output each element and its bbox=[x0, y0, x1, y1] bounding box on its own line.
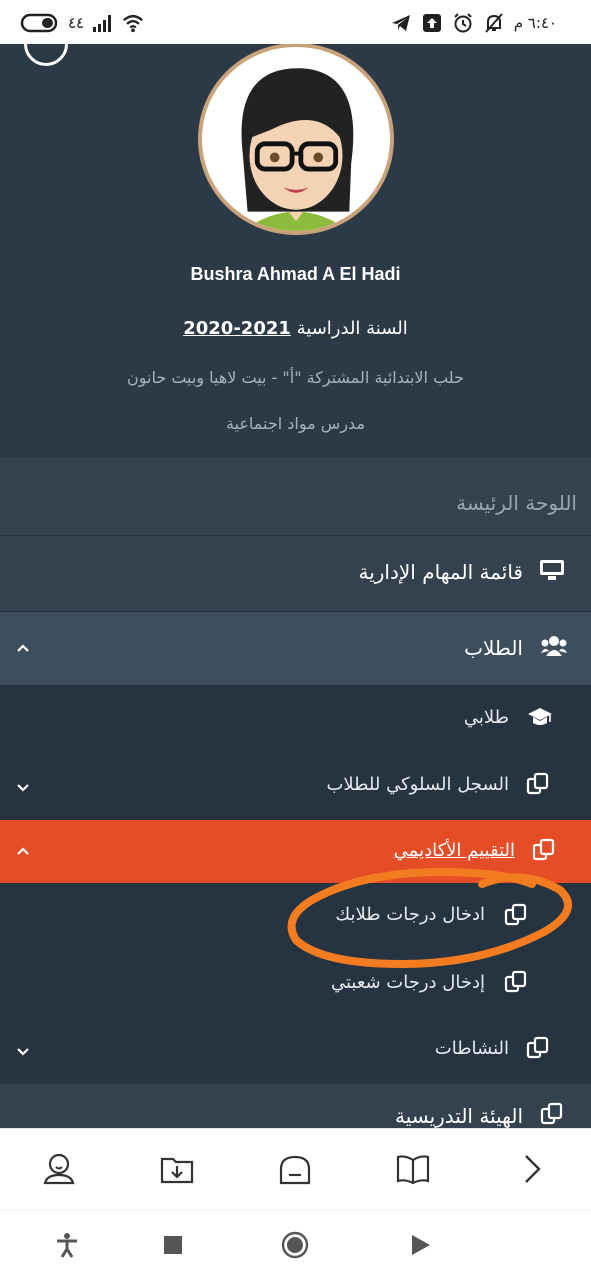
graduation-cap-icon bbox=[528, 708, 552, 725]
menu-item-label: النشاطات bbox=[434, 1038, 509, 1059]
signal-icon bbox=[93, 15, 111, 32]
status-bar-left: ٤٤ bbox=[20, 12, 84, 34]
upload-icon bbox=[422, 14, 441, 32]
copy-icon bbox=[526, 772, 549, 795]
menu-item-behavior-record[interactable]: السجل السلوكي للطلاب bbox=[0, 752, 591, 820]
chevron-up-icon[interactable] bbox=[14, 843, 32, 861]
user-name: Bushra Ahmad A El Hadi bbox=[190, 264, 401, 284]
battery-icon bbox=[20, 13, 58, 33]
bottom-navigation bbox=[0, 1128, 591, 1210]
chevron-down-icon[interactable] bbox=[14, 778, 32, 796]
status-time: ٦:٤٠ م bbox=[513, 14, 557, 32]
menu-item-label: ادخال درجات طلابك bbox=[335, 904, 485, 925]
record-icon[interactable] bbox=[281, 1231, 309, 1259]
copy-icon bbox=[526, 1036, 549, 1059]
chevron-up-icon[interactable] bbox=[14, 640, 32, 658]
menu-item-activities[interactable]: النشاطات bbox=[0, 1018, 591, 1084]
stop-icon[interactable] bbox=[159, 1231, 187, 1259]
status-bar: ٤٤ ٦:٤٠ م bbox=[0, 0, 591, 44]
menu-item-enter-student-grades[interactable]: ادخال درجات طلابك bbox=[0, 884, 591, 950]
menu-item-students[interactable]: الطلاب bbox=[0, 612, 591, 686]
chevron-down-icon[interactable] bbox=[14, 1042, 32, 1060]
book-icon[interactable] bbox=[395, 1151, 431, 1187]
battery-level: ٤٤ bbox=[68, 14, 85, 32]
wifi-icon bbox=[123, 14, 143, 33]
status-bar-right: ٦:٤٠ م bbox=[390, 12, 557, 34]
menu-item-academic-assessment[interactable]: التقييم الأكاديمي bbox=[0, 820, 591, 884]
monitor-icon bbox=[540, 560, 564, 580]
profile-header: Bushra Ahmad A El Hadi السنة الدراسية 20… bbox=[0, 44, 591, 459]
section-title: اللوحة الرئيسة bbox=[456, 491, 577, 515]
menu-item-label: السجل السلوكي للطلاب bbox=[326, 774, 509, 795]
telegram-icon bbox=[391, 15, 410, 31]
chevron-right-icon[interactable] bbox=[514, 1151, 550, 1187]
menu-item-label: التقييم الأكاديمي bbox=[393, 840, 515, 861]
users-icon bbox=[541, 636, 567, 656]
user-role: مدرس مواد اجتماعية bbox=[225, 414, 366, 433]
play-icon[interactable] bbox=[406, 1231, 434, 1259]
menu-item-label: طلابي bbox=[463, 707, 509, 728]
avatar-icon bbox=[204, 47, 388, 231]
menu-item-teaching-staff[interactable]: الهيئة التدريسية bbox=[0, 1084, 591, 1128]
menu-item-my-students[interactable]: طلابي bbox=[0, 686, 591, 752]
close-icon[interactable] bbox=[24, 44, 68, 66]
school-year: السنة الدراسية 2021-2020 bbox=[0, 318, 591, 339]
copy-icon bbox=[532, 838, 555, 861]
menu-item-label: الطلاب bbox=[464, 636, 523, 660]
school-year-value[interactable]: 2021-2020 bbox=[183, 318, 291, 339]
school-year-label: السنة الدراسية bbox=[296, 318, 408, 339]
copy-icon bbox=[540, 1102, 563, 1125]
menu-section-dashboard: اللوحة الرئيسة bbox=[0, 459, 591, 536]
folder-download-icon[interactable] bbox=[159, 1151, 195, 1187]
navigation-drawer: Bushra Ahmad A El Hadi السنة الدراسية 20… bbox=[0, 44, 591, 1128]
avatar[interactable] bbox=[198, 44, 394, 235]
system-navigation bbox=[0, 1210, 591, 1280]
copy-icon bbox=[504, 903, 527, 926]
menu-item-label: الهيئة التدريسية bbox=[394, 1104, 523, 1128]
copy-icon bbox=[504, 970, 527, 993]
menu-item-admin-tasks[interactable]: قائمة المهام الإدارية bbox=[0, 536, 591, 612]
menu-item-label: قائمة المهام الإدارية bbox=[358, 560, 523, 584]
school-name: حلب الابتدائية المشتركة "أ" - بيت لاهيا … bbox=[127, 368, 464, 387]
accessibility-icon[interactable] bbox=[53, 1231, 81, 1259]
menu-item-label: إدخال درجات شعبتي bbox=[330, 972, 485, 993]
alarm-icon bbox=[453, 13, 472, 33]
menu-item-enter-section-grades[interactable]: إدخال درجات شعبتي bbox=[0, 950, 591, 1018]
user-icon[interactable] bbox=[41, 1151, 77, 1187]
home-icon[interactable] bbox=[277, 1151, 313, 1187]
mute-icon bbox=[484, 13, 503, 33]
